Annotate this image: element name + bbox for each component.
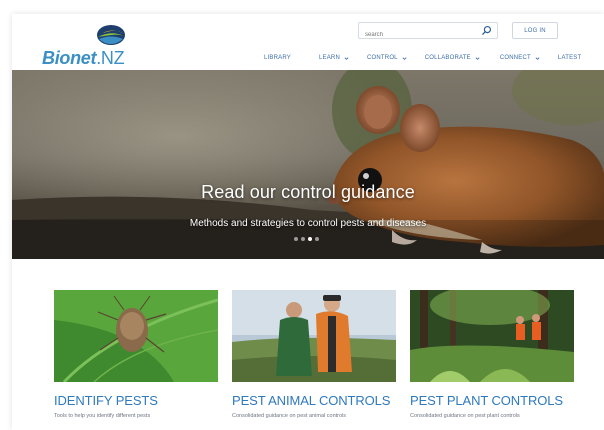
card-description: Consolidated guidance on pest animal con… — [232, 413, 347, 419]
logo-suffix: .NZ — [96, 48, 125, 68]
chevron-down-icon — [535, 56, 540, 60]
hero-carousel[interactable]: Read our control guidance Methods and st… — [12, 70, 604, 259]
field-workers-image — [232, 290, 396, 382]
page-frame: Bionet.NZ LOG IN LIBRARY LEARN CONTROL C… — [12, 14, 604, 430]
card-image[interactable] — [232, 290, 396, 382]
card-description: Consolidated guidance on pest plant cont… — [410, 413, 520, 419]
site-logo[interactable]: Bionet.NZ — [42, 24, 152, 69]
carousel-dot[interactable] — [294, 237, 298, 241]
card-pest-animal-controls[interactable]: PEST ANIMAL CONTROLS Consolidated guidan… — [232, 290, 396, 419]
chevron-down-icon — [344, 56, 349, 60]
search-icon[interactable] — [481, 25, 492, 36]
nav-connect-label: CONNECT — [499, 55, 531, 61]
logo-text: Bionet.NZ — [42, 48, 125, 69]
carousel-indicators — [294, 237, 319, 241]
search-input[interactable] — [359, 27, 477, 43]
card-pest-plant-controls[interactable]: PEST PLANT CONTROLS Consolidated guidanc… — [410, 290, 574, 419]
carousel-dot[interactable] — [315, 237, 319, 241]
nav-latest[interactable]: LATEST — [558, 52, 581, 64]
nav-collaborate-label: COLLABORATE — [424, 55, 471, 61]
carousel-dot-active[interactable] — [308, 237, 312, 241]
card-description: Tools to help you identify different pes… — [54, 413, 151, 419]
search-box[interactable] — [358, 22, 498, 43]
hero-mouse-image — [12, 70, 604, 259]
site-header: Bionet.NZ LOG IN LIBRARY LEARN CONTROL C… — [12, 14, 604, 70]
hero-title[interactable]: Read our control guidance — [12, 182, 604, 203]
card-identify-pests[interactable]: IDENTIFY PESTS Tools to help you identif… — [54, 290, 218, 419]
nav-connect[interactable]: CONNECT — [500, 52, 540, 64]
nav-learn[interactable]: LEARN — [319, 52, 349, 64]
forest-workers-image — [410, 290, 574, 382]
chevron-down-icon — [475, 56, 480, 60]
main-nav: LIBRARY LEARN CONTROL COLLABORATE CONNEC… — [264, 52, 581, 64]
nav-library[interactable]: LIBRARY — [264, 52, 291, 64]
bionet-logo-icon — [97, 25, 125, 45]
nav-learn-label: LEARN — [318, 55, 340, 61]
card-title[interactable]: PEST ANIMAL CONTROLS — [232, 393, 396, 408]
card-title[interactable]: IDENTIFY PESTS — [54, 393, 218, 408]
nav-library-label: LIBRARY — [264, 55, 291, 61]
hero-subtitle: Methods and strategies to control pests … — [189, 218, 427, 229]
stink-bug-leaf-image — [54, 290, 218, 382]
nav-collaborate[interactable]: COLLABORATE — [425, 52, 480, 64]
card-image[interactable] — [54, 290, 218, 382]
logo-name: Bionet — [42, 48, 97, 68]
card-title[interactable]: PEST PLANT CONTROLS — [410, 393, 574, 408]
login-button[interactable]: LOG IN — [512, 22, 558, 39]
feature-cards: IDENTIFY PESTS Tools to help you identif… — [54, 290, 576, 430]
nav-latest-label: LATEST — [557, 55, 582, 61]
nav-control-label: CONTROL — [366, 55, 398, 61]
carousel-dot[interactable] — [301, 237, 305, 241]
card-image[interactable] — [410, 290, 574, 382]
chevron-down-icon — [402, 56, 407, 60]
nav-control[interactable]: CONTROL — [367, 52, 407, 64]
